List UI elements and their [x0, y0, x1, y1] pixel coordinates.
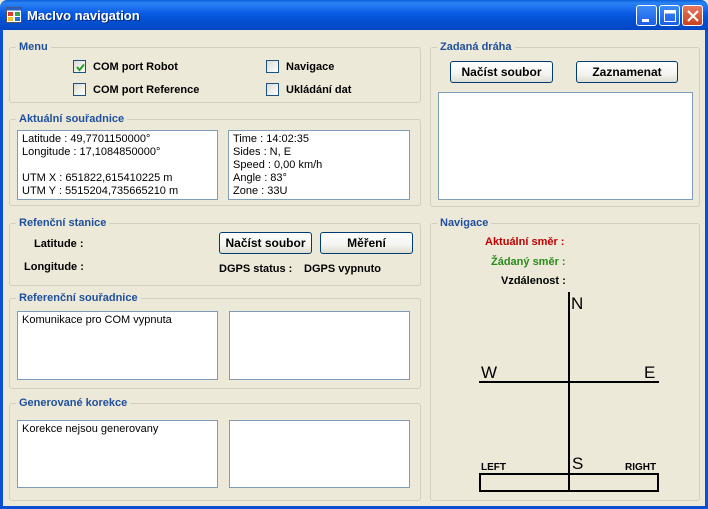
maximize-button[interactable]	[659, 5, 680, 26]
current-coords-line: Latitude : 49,7701150000°	[22, 133, 151, 145]
aktualni-group-title: Aktuální souřadnice	[16, 113, 128, 126]
ref-coords-group-title: Referenční souřadnice	[16, 292, 141, 305]
current-coords-line: UTM Y : 5515204,735665210 m	[22, 185, 179, 197]
compass-west: W	[481, 363, 498, 382]
ref-latitude-label: Latitude :	[34, 238, 84, 250]
com-reference-label: COM port Reference	[93, 83, 200, 96]
ref-coords-left-textbox[interactable]: Komunikace pro COM vypnuta	[17, 311, 218, 380]
com-robot-label: COM port Robot	[93, 60, 178, 73]
current-coords-line: UTM X : 651822,615410225 m	[22, 172, 173, 184]
checkbox-box	[266, 60, 279, 73]
corrections-left-textbox[interactable]: Korekce nejsou generovany	[17, 420, 218, 488]
ref-coords-right-textbox[interactable]	[229, 311, 410, 380]
ukladani-label: Ukládání dat	[286, 83, 352, 96]
checkmark-icon	[76, 63, 85, 72]
menu-group: Menu	[9, 41, 421, 103]
close-icon	[687, 10, 699, 22]
ukladani-checkbox[interactable]: Ukládání dat	[266, 83, 351, 96]
compass-north: N	[571, 294, 584, 313]
minimize-icon	[642, 19, 649, 22]
current-coords-line	[22, 159, 213, 172]
com-reference-checkbox[interactable]: COM port Reference	[73, 83, 199, 96]
current-coords-textbox[interactable]: Latitude : 49,7701150000° Longitude : 17,…	[17, 130, 218, 200]
corrections-group-title: Generované korekce	[16, 397, 131, 410]
maximize-icon	[664, 10, 676, 22]
current-coords-line: Longitude : 17,1084850000°	[22, 146, 161, 158]
corrections-right-textbox[interactable]	[229, 420, 410, 488]
current-status-line: Time : 14:02:35	[233, 133, 310, 145]
ref-station-group-title: Refenční stanice	[16, 217, 110, 230]
menu-group-title: Menu	[16, 41, 51, 54]
dgps-status-label: DGPS status :	[219, 263, 293, 275]
path-load-file-button[interactable]: Načíst soubor	[450, 61, 553, 83]
record-button[interactable]: Zaznamenat	[576, 61, 678, 83]
compass-south: S	[572, 454, 584, 473]
target-direction-label: Žádaný směr :	[491, 256, 566, 268]
navigace-label: Navigace	[286, 60, 335, 73]
current-status-line: Angle : 83°	[233, 172, 287, 184]
current-status-textbox[interactable]: Time : 14:02:35 Sides : N, E Speed : 0,00 …	[228, 130, 410, 200]
dgps-status-value: DGPS vypnuto	[304, 263, 382, 275]
navigace-checkbox[interactable]: Navigace	[266, 60, 334, 73]
compass-east: E	[644, 363, 656, 382]
current-status-line: Sides : N, E	[233, 146, 292, 158]
measure-button[interactable]: Měření	[320, 232, 413, 254]
checkbox-box	[73, 60, 86, 73]
app-icon	[6, 7, 22, 23]
current-status-line: Speed : 0,00 km/h	[233, 159, 323, 171]
title-bar[interactable]: MacIvo navigation	[0, 0, 708, 30]
current-status-line: Zone : 33U	[233, 185, 288, 197]
left-label: LEFT	[481, 462, 506, 473]
minimize-button[interactable]	[636, 5, 657, 26]
navigation-group-title: Navigace	[437, 217, 492, 230]
right-label: RIGHT	[625, 462, 657, 473]
close-button[interactable]	[682, 5, 703, 26]
path-textbox[interactable]	[438, 92, 693, 200]
ref-load-file-button[interactable]: Načíst soubor	[219, 232, 312, 254]
path-group-title: Zadaná dráha	[437, 41, 515, 54]
current-direction-label: Aktuální směr :	[485, 236, 565, 248]
checkbox-box	[266, 83, 279, 96]
ref-longitude-label: Longitude :	[24, 261, 84, 273]
com-robot-checkbox[interactable]: COM port Robot	[73, 60, 178, 73]
window-title: MacIvo navigation	[27, 8, 140, 23]
checkbox-box	[73, 83, 86, 96]
distance-label: Vzdálenost :	[501, 275, 566, 287]
